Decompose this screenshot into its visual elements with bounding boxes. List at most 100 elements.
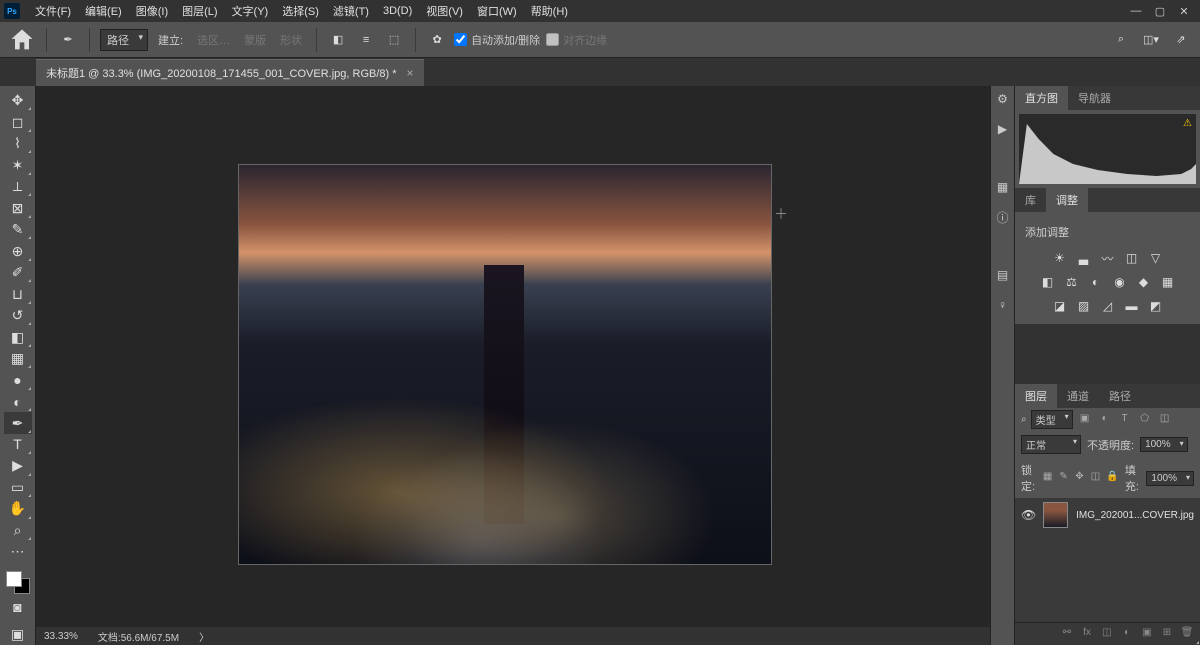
invert-adj-icon[interactable]: ◪	[1051, 298, 1069, 314]
selective-adj-icon[interactable]: ◩	[1147, 298, 1165, 314]
brush-tool[interactable]: ✐	[4, 262, 32, 283]
threshold-adj-icon[interactable]: ◿	[1099, 298, 1117, 314]
lock-artboard-icon[interactable]: ◫	[1090, 471, 1100, 485]
info-dock-icon[interactable]: ⓘ	[994, 208, 1012, 226]
histogram-tab[interactable]: 直方图	[1015, 86, 1068, 110]
doc-info-chevron-icon[interactable]: 〉	[199, 629, 209, 644]
vibrance-adj-icon[interactable]: ▽	[1147, 250, 1165, 266]
filter-type-icon[interactable]: T	[1117, 413, 1133, 427]
navigator-tab[interactable]: 导航器	[1068, 86, 1121, 110]
channels-tab[interactable]: 通道	[1057, 384, 1099, 408]
bw-adj-icon[interactable]: ◐	[1087, 274, 1105, 290]
menu-3d[interactable]: 3D(D)	[376, 2, 419, 20]
actions-dock-icon[interactable]: ▶	[994, 120, 1012, 138]
layer-mask-icon[interactable]: ◫	[1100, 627, 1114, 641]
channelmixer-adj-icon[interactable]: ◆	[1135, 274, 1153, 290]
styles-dock-icon[interactable]: ▦	[994, 178, 1012, 196]
stamp-tool[interactable]: ⊔	[4, 283, 32, 304]
curves-adj-icon[interactable]: 〰	[1099, 250, 1117, 266]
menu-help[interactable]: 帮助(H)	[524, 0, 575, 22]
tab-close-icon[interactable]: ×	[407, 66, 414, 80]
quick-select-tool[interactable]: ✶	[4, 154, 32, 175]
gradient-tool[interactable]: ▦	[4, 348, 32, 369]
eraser-tool[interactable]: ◧	[4, 326, 32, 347]
document-canvas[interactable]	[238, 164, 772, 565]
levels-adj-icon[interactable]: ▃	[1075, 250, 1093, 266]
layer-visibility-icon[interactable]: 👁	[1021, 508, 1035, 522]
hue-adj-icon[interactable]: ◧	[1039, 274, 1057, 290]
layers-tab[interactable]: 图层	[1015, 384, 1057, 408]
doc-info[interactable]: 文档:56.6M/67.5M	[98, 629, 179, 644]
healing-tool[interactable]: ⊕	[4, 240, 32, 261]
make-shape[interactable]: 形状	[276, 32, 306, 48]
delete-layer-icon[interactable]: 🗑	[1180, 627, 1194, 641]
shape-tool[interactable]: ▭	[4, 477, 32, 498]
share-icon[interactable]: ⇗	[1170, 29, 1192, 51]
history-brush-tool[interactable]: ↺	[4, 305, 32, 326]
new-layer-icon[interactable]: ⊞	[1160, 627, 1174, 641]
lock-position-icon[interactable]: ✥	[1074, 471, 1084, 485]
menu-file[interactable]: 文件(F)	[28, 0, 78, 22]
filter-pixel-icon[interactable]: ▣	[1077, 413, 1093, 427]
menu-window[interactable]: 窗口(W)	[470, 0, 524, 22]
canvas-area[interactable]: ＋	[36, 86, 990, 645]
layer-fx-icon[interactable]: fx	[1080, 627, 1094, 641]
filter-adj-icon[interactable]: ◐	[1097, 413, 1113, 427]
menu-select[interactable]: 选择(S)	[275, 0, 326, 22]
photofilter-adj-icon[interactable]: ◉	[1111, 274, 1129, 290]
posterize-adj-icon[interactable]: ▨	[1075, 298, 1093, 314]
zoom-tool[interactable]: ⌕	[4, 520, 32, 541]
auto-add-delete-checkbox[interactable]	[454, 33, 467, 46]
layer-thumbnail[interactable]	[1043, 502, 1068, 528]
blur-tool[interactable]: ●	[4, 369, 32, 390]
menu-type[interactable]: 文字(Y)	[225, 0, 276, 22]
new-adj-layer-icon[interactable]: ◐	[1120, 627, 1134, 641]
path-align-icon[interactable]: ≡	[355, 29, 377, 51]
menu-filter[interactable]: 滤镜(T)	[326, 0, 376, 22]
make-selection[interactable]: 选区…	[193, 32, 234, 48]
exposure-adj-icon[interactable]: ◫	[1123, 250, 1141, 266]
screenmode-toggle[interactable]: ▣	[4, 624, 32, 645]
quickmask-toggle[interactable]: ◙	[4, 596, 32, 617]
close-button[interactable]: ✕	[1176, 3, 1192, 19]
paths-tab[interactable]: 路径	[1099, 384, 1141, 408]
eyedropper-tool[interactable]: ✎	[4, 219, 32, 240]
lasso-tool[interactable]: ⌇	[4, 133, 32, 154]
brightness-adj-icon[interactable]: ☀	[1051, 250, 1069, 266]
dodge-tool[interactable]: ◐	[4, 391, 32, 412]
menu-edit[interactable]: 编辑(E)	[78, 0, 129, 22]
pen-tool[interactable]: ✒	[4, 412, 32, 433]
frame-tool[interactable]: ⊠	[4, 197, 32, 218]
search-icon[interactable]: ⌕	[1110, 29, 1132, 51]
filter-shape-icon[interactable]: ⬠	[1137, 413, 1153, 427]
hand-tool[interactable]: ✋	[4, 498, 32, 519]
crop-tool[interactable]: ⟂	[4, 176, 32, 197]
adjustments-dock-icon[interactable]: ⚙	[994, 90, 1012, 108]
type-tool[interactable]: T	[4, 434, 32, 455]
new-group-icon[interactable]: ▣	[1140, 627, 1154, 641]
workspace-switcher-icon[interactable]: ◫▾	[1140, 29, 1162, 51]
blend-mode-dropdown[interactable]: 正常	[1021, 435, 1081, 454]
pen-tool-indicator[interactable]: ✒	[57, 29, 79, 51]
edit-toolbar[interactable]: ⋯	[4, 541, 32, 562]
gradmap-adj-icon[interactable]: ▬	[1123, 298, 1141, 314]
home-button[interactable]	[8, 26, 36, 54]
lock-all-icon[interactable]: 🔒	[1106, 471, 1118, 485]
libraries-dock-icon[interactable]: ♀	[994, 296, 1012, 314]
restore-button[interactable]: ▢	[1152, 3, 1168, 19]
path-combine-icon[interactable]: ◧	[327, 29, 349, 51]
path-arrange-icon[interactable]: ⬚	[383, 29, 405, 51]
link-layers-icon[interactable]: ⚯	[1060, 627, 1074, 641]
foreground-background-swatch[interactable]	[4, 569, 32, 596]
path-select-tool[interactable]: ▶	[4, 455, 32, 476]
layer-filter-dropdown[interactable]: 类型	[1031, 410, 1073, 429]
marquee-tool[interactable]: ◻	[4, 111, 32, 132]
swatches-dock-icon[interactable]: ▤	[994, 266, 1012, 284]
path-mode-dropdown[interactable]: 路径	[100, 29, 148, 51]
document-tab[interactable]: 未标题1 @ 33.3% (IMG_20200108_171455_001_CO…	[36, 59, 424, 86]
lock-pixels-icon[interactable]: ▦	[1043, 471, 1053, 485]
gear-icon[interactable]: ✿	[426, 29, 448, 51]
lock-brush-icon[interactable]: ✎	[1059, 471, 1069, 485]
menu-view[interactable]: 视图(V)	[419, 0, 470, 22]
foreground-swatch[interactable]	[6, 571, 22, 587]
